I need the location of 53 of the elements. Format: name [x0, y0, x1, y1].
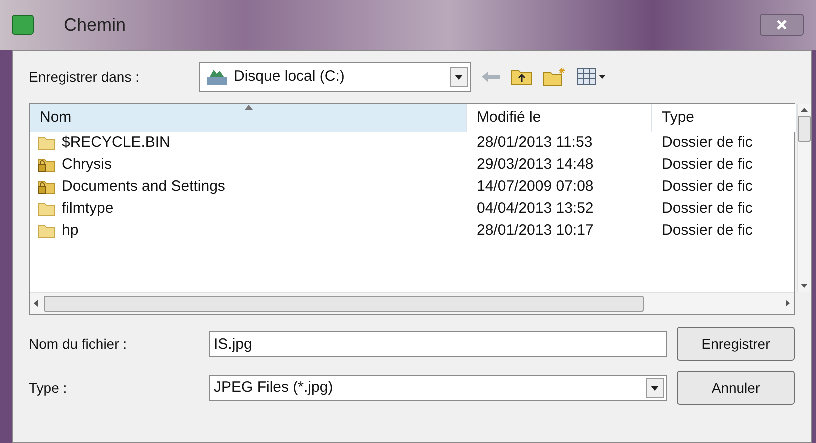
file-row[interactable]: hp [30, 220, 467, 242]
folder-icon [38, 223, 56, 239]
file-name: $RECYCLE.BIN [62, 132, 170, 153]
scroll-thumb[interactable] [44, 296, 644, 312]
new-folder-icon[interactable] [543, 67, 567, 87]
close-icon [777, 20, 787, 30]
table-cell-text: Dossier de fic [661, 220, 754, 241]
locked-folder-icon [38, 179, 56, 195]
locked-folder-icon [38, 157, 56, 173]
window-title: Chemin [64, 14, 126, 36]
drive-icon [206, 68, 228, 86]
cancel-button[interactable]: Annuler [677, 371, 795, 405]
table-cell-text: Dossier de fic [661, 176, 754, 197]
file-name: Documents and Settings [62, 176, 226, 197]
table-cell-text: 29/03/2013 14:48 [476, 154, 595, 175]
dropdown-caret[interactable] [646, 378, 664, 398]
scroll-up-icon[interactable] [801, 108, 808, 112]
table-cell-text: Dossier de fic [661, 198, 754, 219]
scroll-left-icon[interactable] [34, 300, 38, 307]
file-row[interactable]: filmtype [30, 198, 467, 220]
view-menu-icon[interactable] [577, 68, 607, 86]
scroll-thumb[interactable] [798, 116, 811, 142]
file-row[interactable]: $RECYCLE.BIN [30, 132, 467, 154]
table-cell-text: Dossier de fic [661, 132, 754, 153]
vertical-scrollbar[interactable] [797, 104, 811, 292]
table-cell-text: Dossier de fic [661, 154, 754, 175]
close-button[interactable] [760, 14, 804, 36]
horizontal-scrollbar[interactable] [30, 292, 794, 314]
table-cell-text: 28/01/2013 10:17 [476, 220, 595, 241]
type-label: Type : [29, 378, 68, 398]
folder-icon [38, 201, 56, 217]
table-cell-text: 14/07/2009 07:08 [476, 176, 595, 197]
column-header[interactable]: Nom [30, 104, 467, 132]
location-label: Enregistrer dans : [29, 68, 140, 87]
table-cell-text: 04/04/2013 13:52 [476, 198, 595, 219]
file-row[interactable]: Chrysis [30, 154, 467, 176]
file-row[interactable]: Documents and Settings [30, 176, 467, 198]
save-button[interactable]: Enregistrer [677, 327, 795, 361]
folder-icon [38, 135, 56, 151]
file-name: Chrysis [62, 154, 112, 175]
scroll-down-icon[interactable] [801, 284, 808, 288]
folder-up-icon[interactable] [511, 68, 533, 86]
sort-arrow-icon [245, 105, 253, 110]
filename-field[interactable]: IS.jpg [209, 331, 667, 357]
dropdown-caret[interactable] [450, 67, 468, 87]
scroll-right-icon[interactable] [786, 300, 790, 307]
type-combo[interactable]: JPEG Files (*.jpg) [209, 375, 667, 401]
file-name: hp [62, 220, 79, 241]
filename-label: Nom du fichier : [29, 334, 128, 354]
file-name: filmtype [62, 198, 114, 219]
app-icon [12, 15, 34, 35]
location-combo[interactable]: Disque local (C:) [199, 62, 471, 92]
table-cell-text: 28/01/2013 11:53 [476, 132, 594, 153]
